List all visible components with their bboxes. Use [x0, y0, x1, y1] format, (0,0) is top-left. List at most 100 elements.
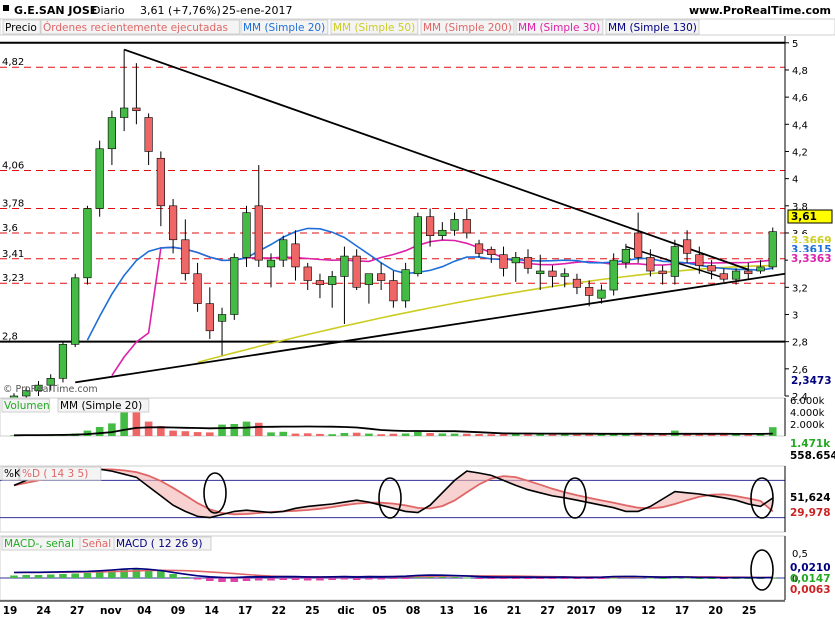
x-tick-label-0: 19	[3, 605, 18, 617]
candle-body	[389, 280, 398, 302]
volume-bar	[560, 434, 569, 436]
macd-histogram-bar	[46, 574, 55, 578]
volume-bar	[548, 434, 557, 436]
candle-body	[511, 257, 520, 264]
candle-body	[401, 269, 410, 302]
x-tick-label-21: 20	[708, 605, 723, 617]
legend-item-5: MM (Simple 30)	[518, 22, 600, 34]
candle-body	[438, 229, 447, 236]
candle-body	[646, 257, 655, 272]
candle-body	[426, 216, 435, 236]
price-badge-3: 3,3363	[791, 253, 832, 265]
macd-legend-2: MACD ( 12 26 9)	[116, 538, 202, 550]
volume-bar	[768, 427, 777, 436]
candle-body	[609, 259, 618, 291]
macd-histogram-bar	[560, 578, 569, 579]
legend-item-1: Órdenes recientemente ejecutadas	[43, 21, 228, 34]
x-tick-label-13: 13	[439, 605, 454, 617]
macd-tick-label-0: 0,5	[792, 549, 808, 560]
x-tick-label-18: 09	[607, 605, 622, 617]
candle-body	[132, 107, 141, 112]
candle-body	[683, 239, 692, 254]
chart-canvas: G.E.SAN JOSEDiario 3,61 (+7,76%) 25-ene-20…	[0, 0, 835, 617]
candle-body	[536, 270, 545, 275]
volume-bar	[303, 433, 312, 436]
chart-window: G.E.SAN JOSE Diario 3,61 (+7,76%) 25-ene-20…	[0, 0, 835, 620]
macd-histogram-bar	[303, 578, 312, 581]
price-badge-0: 3,61	[791, 211, 817, 223]
price-tick-label-11: 2,8	[792, 338, 808, 349]
x-tick-label-3: nov	[100, 605, 122, 617]
candle-body	[719, 273, 728, 280]
price-tick-label-9: 3,2	[792, 283, 808, 294]
macd-histogram-bar	[206, 578, 214, 581]
macd-histogram-bar	[536, 578, 545, 579]
x-tick-label-2: 27	[70, 605, 85, 617]
period-label: Diario	[92, 4, 125, 17]
candle-body	[303, 266, 312, 281]
volume-bar	[242, 421, 251, 436]
volume-bar	[463, 433, 471, 436]
candle-body	[83, 208, 92, 279]
volume-tick-label-0: 6.000k	[790, 396, 825, 407]
macd-legend-0: MACD-, señal	[4, 538, 74, 550]
macd-histogram-bar	[658, 578, 667, 579]
candle-body	[156, 157, 165, 207]
candle-body	[499, 254, 508, 269]
price-tick-label-10: 3	[792, 310, 798, 321]
left-level-label-0: 4,82	[2, 57, 24, 68]
candle-body	[695, 254, 704, 266]
left-level-label-6: 2,8	[2, 332, 18, 343]
macd-histogram-bar	[157, 571, 165, 578]
candle-body	[254, 205, 263, 261]
volume-badge-1: 558.654	[790, 450, 835, 462]
volume-legend-0: Volumen	[4, 400, 50, 412]
candle-body	[731, 270, 741, 280]
volume-bar	[279, 431, 288, 436]
x-tick-label-1: 24	[36, 605, 51, 617]
candle-body	[658, 270, 667, 275]
instrument-title: G.E.SAN JOSE	[14, 4, 97, 17]
candle-body	[144, 117, 153, 152]
candle-body	[487, 248, 496, 256]
volume-bar	[377, 434, 385, 436]
volume-badge-0: 1.471k	[790, 438, 831, 450]
candle-body	[670, 246, 679, 277]
candle-body	[95, 148, 104, 209]
x-tick-label-6: 14	[204, 605, 219, 617]
macd-histogram-bar	[120, 569, 128, 578]
x-tick-label-11: 05	[372, 605, 387, 617]
x-tick-label-14: 16	[473, 605, 488, 617]
legend-item-3: MM (Simple 50)	[333, 22, 415, 34]
x-tick-label-17: 2017	[567, 605, 596, 617]
candle-body	[707, 265, 716, 272]
macd-histogram-bar	[328, 578, 336, 580]
price-tick-label-3: 4,4	[792, 120, 808, 131]
volume-bar	[144, 421, 153, 436]
header-marker-icon	[3, 5, 9, 11]
candle-body	[585, 287, 594, 296]
x-tick-label-12: 08	[406, 605, 421, 617]
x-tick-label-8: 22	[271, 605, 286, 617]
x-tick-label-20: 17	[675, 605, 690, 617]
volume-bar	[340, 433, 349, 436]
macd-histogram-bar	[377, 578, 385, 580]
macd-histogram-bar	[597, 578, 606, 579]
macd-histogram-bar	[279, 578, 288, 580]
volume-bar	[573, 434, 581, 436]
candle-body	[328, 276, 337, 285]
candle-body	[364, 273, 373, 285]
volume-bar	[720, 434, 728, 436]
volume-bar	[499, 434, 508, 436]
date-label: 25-ene-2017	[222, 4, 292, 17]
macd-histogram-bar	[487, 578, 496, 579]
macd-histogram-bar	[316, 578, 324, 581]
candle-body	[634, 232, 643, 258]
candle-body	[560, 273, 569, 277]
volume-bar	[426, 433, 434, 436]
price-tick-label-4: 4,2	[792, 147, 808, 158]
volume-bar	[267, 432, 275, 436]
macd-histogram-bar	[499, 578, 508, 579]
macd-histogram-bar	[34, 575, 43, 578]
macd-histogram-bar	[193, 578, 202, 580]
